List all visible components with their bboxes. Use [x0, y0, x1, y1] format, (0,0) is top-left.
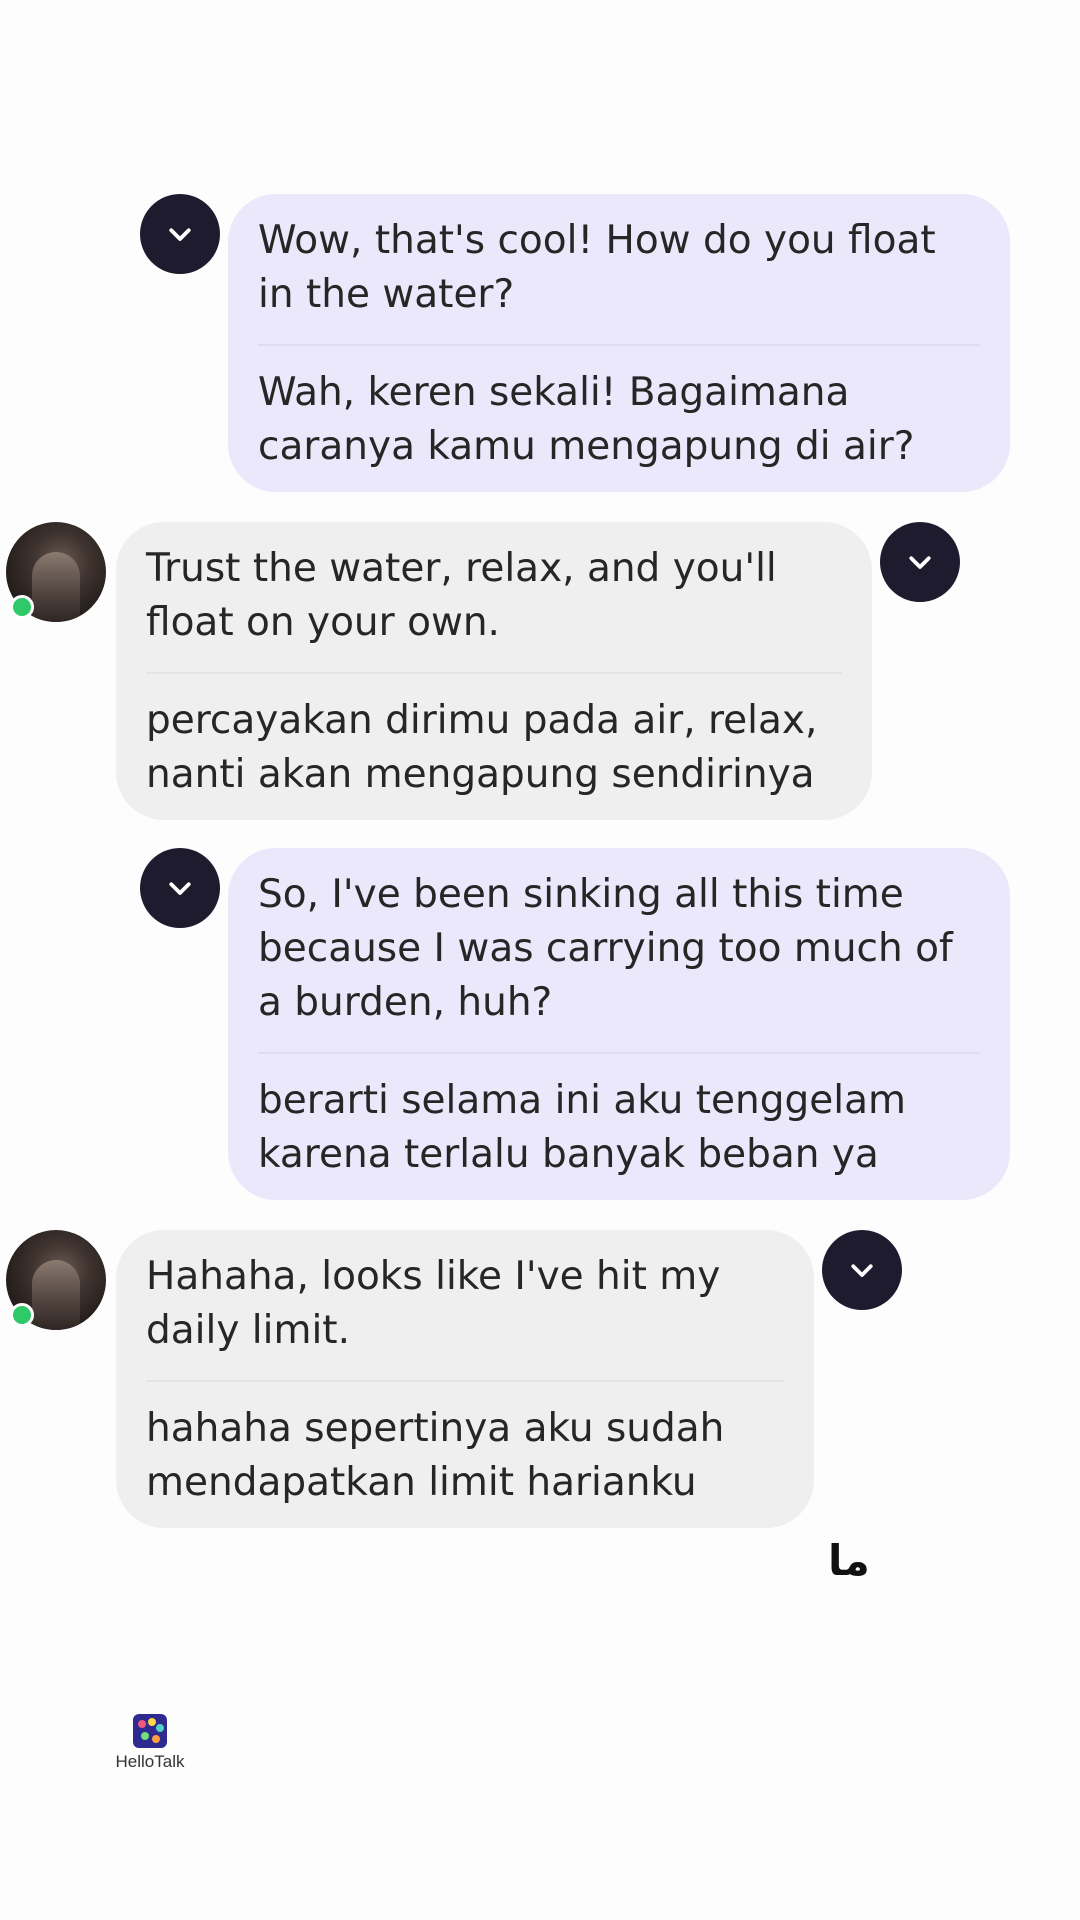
message-translation-text: Wah, keren sekali! Bagaimana caranya kam… [258, 370, 915, 469]
message-menu-chevron-icon[interactable] [140, 848, 220, 928]
hellotalk-watermark: HelloTalk [112, 1714, 188, 1772]
online-status-dot [10, 1303, 34, 1327]
message-original-text: Hahaha, looks like I've hit my daily lim… [146, 1254, 721, 1353]
message-menu-chevron-icon[interactable] [822, 1230, 902, 1310]
message-menu-chevron-icon[interactable] [140, 194, 220, 274]
message-translation-text: percayakan dirimu pada air, relax, nanti… [146, 698, 818, 797]
translation-divider [146, 1380, 784, 1382]
message-original-text: So, I've been sinking all this time beca… [258, 872, 953, 1025]
message-bubble-received[interactable]: Trust the water, relax, and you'll float… [116, 522, 872, 820]
message-translation-text: hahaha sepertinya aku sudah mendapatkan … [146, 1406, 725, 1505]
message-bubble-sent[interactable]: So, I've been sinking all this time beca… [228, 848, 1010, 1200]
message-original-text: Wow, that's cool! How do you float in th… [258, 218, 936, 317]
message-bubble-sent[interactable]: Wow, that's cool! How do you float in th… [228, 194, 1010, 492]
chat-screen: Wow, that's cool! How do you float in th… [0, 0, 1080, 1920]
watermark-text: HelloTalk [115, 1752, 185, 1771]
translation-divider [258, 344, 980, 346]
message-original-text: Trust the water, relax, and you'll float… [146, 546, 777, 645]
message-translation-text: berarti selama ini aku tenggelam karena … [258, 1078, 906, 1177]
overlay-text: ما [828, 1536, 870, 1585]
message-bubble-received[interactable]: Hahaha, looks like I've hit my daily lim… [116, 1230, 814, 1528]
translation-divider [146, 672, 842, 674]
hellotalk-logo-icon [133, 1714, 167, 1748]
message-menu-chevron-icon[interactable] [880, 522, 960, 602]
translation-divider [258, 1052, 980, 1054]
online-status-dot [10, 595, 34, 619]
